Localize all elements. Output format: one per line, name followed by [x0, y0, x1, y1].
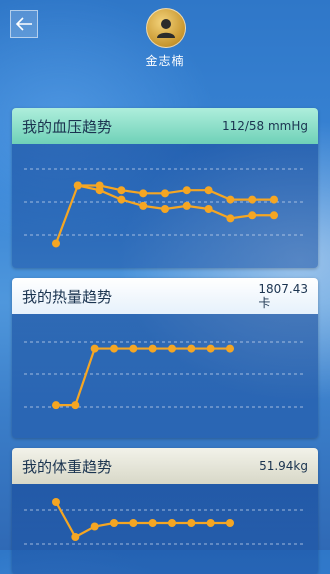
calories-value: 1807.43 卡: [258, 282, 308, 310]
data-point: [248, 195, 257, 204]
data-point: [204, 186, 213, 195]
calories-chart-svg: [24, 341, 306, 410]
data-point: [226, 195, 235, 204]
data-point: [226, 214, 235, 223]
data-point: [73, 181, 82, 190]
data-point: [90, 522, 99, 531]
blood-pressure-header: 我的血压趋势 112/58 mmHg: [12, 108, 318, 144]
arrow-left-icon: [15, 17, 32, 31]
data-point: [52, 239, 60, 248]
data-point: [71, 401, 80, 410]
data-point: [270, 211, 278, 220]
data-point: [117, 186, 126, 195]
data-point: [90, 344, 99, 353]
data-point: [182, 186, 191, 195]
data-point: [248, 211, 257, 220]
calories-value-number: 1807.43: [258, 282, 308, 296]
data-point: [129, 344, 138, 353]
data-point: [206, 344, 215, 353]
weight-header: 我的体重趋势 51.94kg: [12, 448, 318, 484]
user-silhouette-icon: [157, 19, 175, 38]
data-point: [187, 344, 196, 353]
calories-card[interactable]: 我的热量趋势 1807.43 卡: [12, 278, 318, 438]
back-button[interactable]: [10, 10, 38, 38]
data-point: [95, 186, 104, 195]
data-point: [187, 519, 196, 527]
blood-pressure-card[interactable]: 我的血压趋势 112/58 mmHg: [12, 108, 318, 268]
weight-value: 51.94kg: [259, 459, 308, 473]
weight-chart: [12, 484, 318, 574]
calories-title: 我的热量趋势: [22, 287, 113, 306]
data-point: [204, 205, 213, 213]
data-point: [161, 205, 169, 213]
weight-title: 我的体重趋势: [22, 457, 113, 476]
data-point: [110, 344, 118, 353]
data-point: [226, 519, 234, 527]
data-point: [139, 201, 148, 210]
series-line: [55, 501, 230, 539]
data-point: [139, 189, 148, 198]
data-point: [148, 519, 157, 527]
blood-pressure-chart: [12, 144, 318, 268]
data-point: [129, 519, 138, 527]
data-point: [168, 344, 176, 353]
data-point: [110, 519, 118, 527]
data-point: [161, 189, 169, 198]
avatar[interactable]: [146, 8, 186, 48]
data-point: [148, 344, 157, 353]
blood-pressure-chart-svg: [24, 168, 306, 248]
blood-pressure-value: 112/58 mmHg: [221, 119, 308, 133]
calories-header: 我的热量趋势 1807.43 卡: [12, 278, 318, 314]
data-point: [206, 519, 215, 527]
data-point: [182, 201, 191, 210]
series-line: [56, 347, 230, 407]
username-label: 金志楠: [145, 54, 185, 68]
calories-value-unit: 卡: [258, 296, 271, 310]
calories-chart: [12, 314, 318, 438]
data-point: [226, 344, 234, 353]
weight-card[interactable]: 我的体重趋势 51.94kg: [12, 448, 318, 574]
data-point: [52, 498, 60, 506]
data-point: [270, 195, 278, 204]
data-point: [168, 519, 176, 527]
data-point: [117, 195, 126, 204]
blood-pressure-title: 我的血压趋势: [22, 117, 113, 136]
data-point: [71, 533, 80, 541]
data-point: [52, 401, 60, 410]
weight-chart-svg: [24, 498, 306, 545]
